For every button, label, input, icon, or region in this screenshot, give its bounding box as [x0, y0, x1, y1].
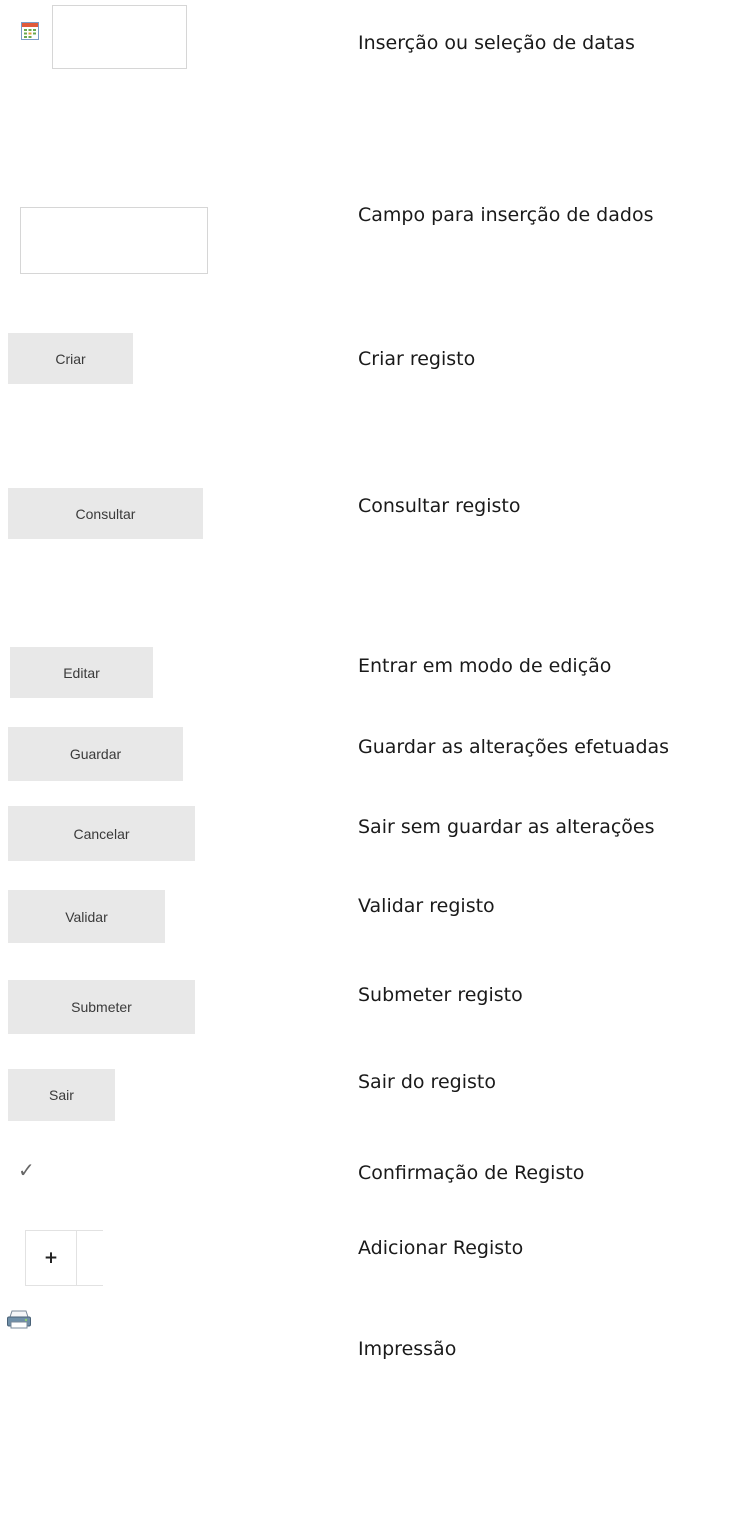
- validar-button[interactable]: Validar: [8, 890, 165, 943]
- cancelar-description: Sair sem guardar as alterações: [358, 816, 655, 838]
- guardar-button[interactable]: Guardar: [8, 727, 183, 781]
- submeter-button[interactable]: Submeter: [8, 980, 195, 1034]
- submeter-description: Submeter registo: [358, 984, 523, 1006]
- date-picker-description: Inserção ou seleção de datas: [358, 32, 635, 54]
- sair-button[interactable]: Sair: [8, 1069, 115, 1121]
- impressao-description: Impressão: [358, 1338, 457, 1360]
- calendar-icon[interactable]: [21, 22, 39, 40]
- data-input-field[interactable]: [20, 207, 208, 274]
- editar-button[interactable]: Editar: [10, 647, 153, 698]
- cancelar-button[interactable]: Cancelar: [8, 806, 195, 861]
- plus-icon: +: [26, 1231, 77, 1285]
- date-input-field[interactable]: [52, 5, 187, 69]
- input-field-description: Campo para inserção de dados: [358, 204, 654, 226]
- add-record-button[interactable]: +: [25, 1230, 103, 1286]
- printer-icon[interactable]: [6, 1310, 32, 1330]
- criar-button[interactable]: Criar: [8, 333, 133, 384]
- criar-description: Criar registo: [358, 348, 476, 370]
- consultar-button[interactable]: Consultar: [8, 488, 203, 539]
- editar-description: Entrar em modo de edição: [358, 655, 612, 677]
- consultar-description: Consultar registo: [358, 495, 521, 517]
- validar-description: Validar registo: [358, 895, 495, 917]
- confirmacao-description: Confirmação de Registo: [358, 1162, 585, 1184]
- sair-description: Sair do registo: [358, 1071, 496, 1093]
- checkmark-icon[interactable]: ✓: [18, 1160, 35, 1180]
- guardar-description: Guardar as alterações efetuadas: [358, 736, 670, 758]
- adicionar-description: Adicionar Registo: [358, 1237, 524, 1259]
